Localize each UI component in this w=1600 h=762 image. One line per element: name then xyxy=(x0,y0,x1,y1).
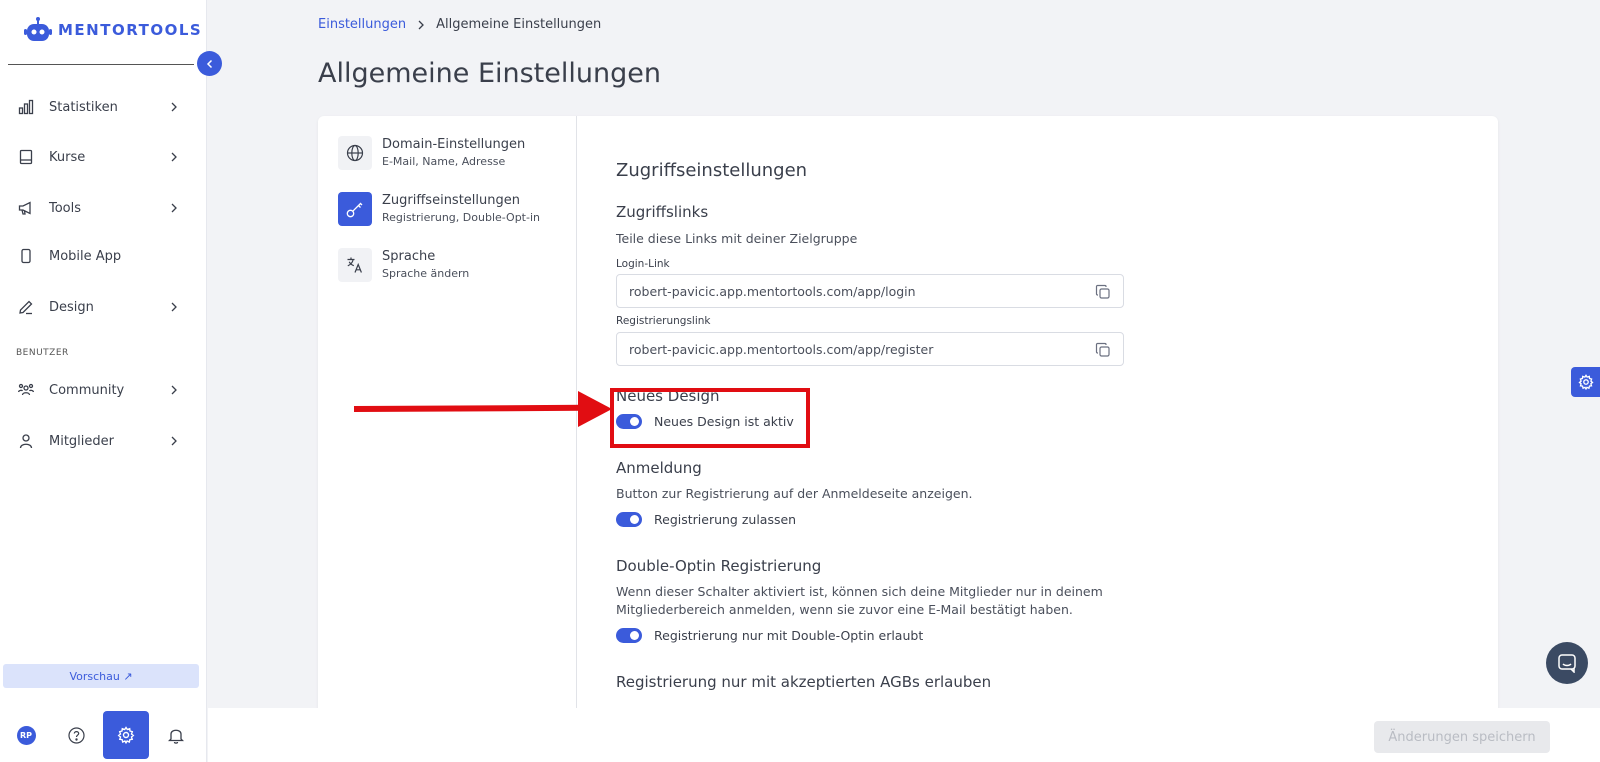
copy-icon[interactable] xyxy=(1095,342,1111,358)
sidebar-item-tools[interactable]: Tools xyxy=(0,190,207,226)
allow-registration-toggle-row[interactable]: Registrierung zulassen xyxy=(616,512,796,527)
sidebar-bottom-bar: RP xyxy=(0,711,207,762)
double-optin-toggle-row[interactable]: Registrierung nur mit Double-Optin erlau… xyxy=(616,628,923,643)
subnav-item-domain[interactable]: Domain-Einstellungen E-Mail, Name, Adres… xyxy=(338,136,525,170)
annotation-highlight-box xyxy=(610,388,810,448)
sidebar: MENTORTOOLS Statistiken Kurse Tools Mobi… xyxy=(0,0,207,762)
subnav-item-sprache[interactable]: Sprache Sprache ändern xyxy=(338,248,469,282)
avatar: RP xyxy=(16,725,36,745)
settings-button[interactable] xyxy=(103,711,149,759)
breadcrumb-link-einstellungen[interactable]: Einstellungen xyxy=(318,17,406,32)
user-avatar-button[interactable]: RP xyxy=(3,711,49,759)
chevron-right-icon xyxy=(171,102,177,112)
annotation-arrow-head xyxy=(578,391,612,427)
subnav-title: Zugriffseinstellungen xyxy=(382,193,520,208)
gear-icon xyxy=(117,726,135,744)
double-optin-title: Double-Optin Registrierung xyxy=(616,557,822,575)
login-section-description: Button zur Registrierung auf der Anmelde… xyxy=(616,486,973,501)
login-link-field[interactable]: robert-pavicic.app.mentortools.com/app/l… xyxy=(616,274,1124,308)
page-title: Allgemeine Einstellungen xyxy=(318,58,661,89)
double-optin-toggle[interactable] xyxy=(616,628,642,643)
sidebar-item-label: Design xyxy=(49,299,94,315)
section-label-benutzer: BENUTZER xyxy=(16,348,69,358)
notifications-button[interactable] xyxy=(153,711,199,759)
key-icon xyxy=(338,192,372,226)
chevron-right-icon xyxy=(171,152,177,162)
login-section-title: Anmeldung xyxy=(616,459,702,477)
breadcrumb: Einstellungen Allgemeine Einstellungen xyxy=(318,17,601,32)
floating-settings-button[interactable] xyxy=(1571,367,1600,397)
preview-button[interactable]: Vorschau ↗ xyxy=(3,664,199,688)
chevron-right-icon xyxy=(171,385,177,395)
sidebar-item-label: Statistiken xyxy=(49,99,118,115)
sidebar-item-mitglieder[interactable]: Mitglieder xyxy=(0,423,207,459)
chevron-right-icon xyxy=(171,436,177,446)
subnav-item-zugriff[interactable]: Zugriffseinstellungen Registrierung, Dou… xyxy=(338,192,540,226)
links-description: Teile diese Links mit deiner Zielgruppe xyxy=(616,231,858,246)
bell-icon xyxy=(168,729,184,744)
double-optin-description-line-1: Wenn dieser Schalter aktiviert ist, könn… xyxy=(616,584,1103,599)
bar-chart-icon xyxy=(17,98,35,116)
chevron-left-icon xyxy=(206,59,212,68)
allow-registration-toggle-label: Registrierung zulassen xyxy=(654,512,797,527)
user-icon xyxy=(17,432,35,450)
chat-icon xyxy=(1558,654,1576,673)
subnav-desc: Sprache ändern xyxy=(382,267,470,280)
sidebar-item-label: Tools xyxy=(49,200,82,216)
settings-card: Domain-Einstellungen E-Mail, Name, Adres… xyxy=(318,116,1498,716)
megaphone-icon xyxy=(17,199,35,217)
users-icon xyxy=(17,381,35,399)
smartphone-icon xyxy=(17,247,35,265)
subnav-title: Sprache xyxy=(382,249,436,264)
translate-icon xyxy=(338,248,372,282)
copy-icon[interactable] xyxy=(1095,284,1111,300)
book-icon xyxy=(17,148,35,166)
section-title: Zugriffseinstellungen xyxy=(616,160,808,181)
breadcrumb-current: Allgemeine Einstellungen xyxy=(436,17,602,32)
collapse-sidebar-button[interactable] xyxy=(197,51,222,76)
chevron-right-icon xyxy=(171,302,177,312)
sidebar-item-kurse[interactable]: Kurse xyxy=(0,139,207,175)
register-link-field[interactable]: robert-pavicic.app.mentortools.com/app/r… xyxy=(616,332,1124,366)
sidebar-item-design[interactable]: Design xyxy=(0,289,207,325)
subnav-title: Domain-Einstellungen xyxy=(382,137,526,152)
login-link-value: robert-pavicic.app.mentortools.com/app/l… xyxy=(629,283,916,299)
footer-bar: Änderungen speichern xyxy=(208,708,1600,762)
card-divider xyxy=(576,116,577,716)
chevron-right-icon xyxy=(171,203,177,213)
double-optin-toggle-label: Registrierung nur mit Double-Optin erlau… xyxy=(654,628,924,643)
links-title: Zugriffslinks xyxy=(616,203,709,221)
double-optin-description-line-2: Mitgliederbereich anmelden, wenn sie zuv… xyxy=(616,602,1073,617)
chat-button[interactable] xyxy=(1546,642,1588,684)
logo[interactable]: MENTORTOOLS xyxy=(24,16,202,44)
allow-registration-toggle[interactable] xyxy=(616,512,642,527)
robot-logo-icon xyxy=(24,17,52,41)
logo-text: MENTORTOOLS xyxy=(58,21,203,39)
save-changes-button[interactable]: Änderungen speichern xyxy=(1374,721,1550,753)
sidebar-item-label: Mobile App xyxy=(49,248,122,264)
help-icon xyxy=(67,726,85,744)
subnav-desc: Registrierung, Double-Opt-in xyxy=(382,211,540,224)
sidebar-divider xyxy=(8,64,194,65)
sidebar-item-community[interactable]: Community xyxy=(0,372,207,408)
gear-icon xyxy=(1578,374,1594,390)
login-link-label: Login-Link xyxy=(616,258,670,270)
chevron-right-icon xyxy=(418,20,425,29)
annotation-arrow-line xyxy=(353,404,585,412)
register-link-value: robert-pavicic.app.mentortools.com/app/r… xyxy=(629,341,934,357)
sidebar-item-label: Kurse xyxy=(49,149,86,165)
sidebar-item-label: Mitglieder xyxy=(49,433,114,449)
subnav-desc: E-Mail, Name, Adresse xyxy=(382,155,506,168)
sidebar-item-label: Community xyxy=(49,382,125,398)
globe-icon xyxy=(338,136,372,170)
agb-section-title: Registrierung nur mit akzeptierten AGBs … xyxy=(616,673,992,691)
register-link-label: Registrierungslink xyxy=(616,315,711,327)
sidebar-item-mobile-app[interactable]: Mobile App xyxy=(0,238,207,274)
pencil-icon xyxy=(17,298,35,316)
sidebar-item-statistiken[interactable]: Statistiken xyxy=(0,89,207,125)
help-button[interactable] xyxy=(53,711,99,759)
